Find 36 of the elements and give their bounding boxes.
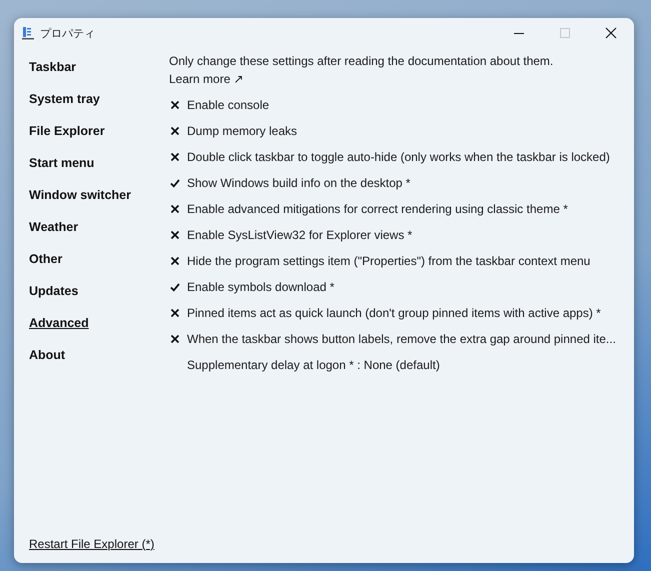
intro-text: Only change these settings after reading the documentation about them. (169, 53, 554, 70)
cross-icon[interactable] (169, 203, 181, 215)
cross-icon[interactable] (169, 333, 181, 345)
app-icon (22, 26, 34, 40)
cross-icon[interactable] (169, 255, 181, 267)
cross-icon[interactable] (169, 151, 181, 163)
sidebar-item[interactable]: Updates (29, 275, 78, 307)
option-label[interactable]: Show Windows build info on the desktop * (187, 176, 410, 190)
sidebar-item[interactable]: System tray (29, 83, 100, 115)
learn-more-link[interactable]: Learn more ↗ (169, 70, 244, 88)
option-label[interactable]: Enable SysListView32 for Explorer views * (187, 228, 412, 242)
option-label[interactable]: Enable symbols download * (187, 280, 334, 294)
option-label[interactable]: Enable console (187, 98, 270, 112)
sidebar-item[interactable]: Advanced (29, 307, 89, 339)
checkmark-icon[interactable] (169, 281, 181, 293)
sidebar-item[interactable]: About (29, 339, 66, 371)
restart-explorer-link[interactable]: Restart File Explorer (*) (29, 537, 154, 551)
option-label[interactable]: When the taskbar shows button labels, remove the extra gap around pinned ite... (187, 332, 616, 346)
sidebar-item[interactable]: Other (29, 243, 62, 275)
cross-icon[interactable] (169, 229, 181, 241)
option-label[interactable]: Enable advanced mitigations for correct rendering using classic theme * (187, 202, 568, 216)
option-label[interactable]: Double click taskbar to toggle auto-hide (only works when the taskbar is locked) (187, 150, 610, 164)
sidebar-item[interactable]: Weather (29, 211, 78, 243)
sidebar-item[interactable]: Start menu (29, 147, 94, 179)
sidebar-item[interactable]: Window switcher (29, 179, 131, 211)
window-title: プロパティ (40, 26, 95, 40)
cross-icon[interactable] (169, 99, 181, 111)
option-label[interactable]: Hide the program settings item ("Properties") from the taskbar context menu (187, 254, 590, 268)
option-label[interactable]: Supplementary delay at logon * : None (default) (187, 358, 440, 372)
cross-icon[interactable] (169, 307, 181, 319)
sidebar-item[interactable]: File Explorer (29, 115, 105, 147)
option-label[interactable]: Pinned items act as quick launch (don't group pinned items with active apps) * (187, 306, 601, 320)
cross-icon[interactable] (169, 125, 181, 137)
sidebar-item[interactable]: Taskbar (29, 51, 76, 83)
option-label[interactable]: Dump memory leaks (187, 124, 298, 138)
checkmark-icon[interactable] (169, 177, 181, 189)
